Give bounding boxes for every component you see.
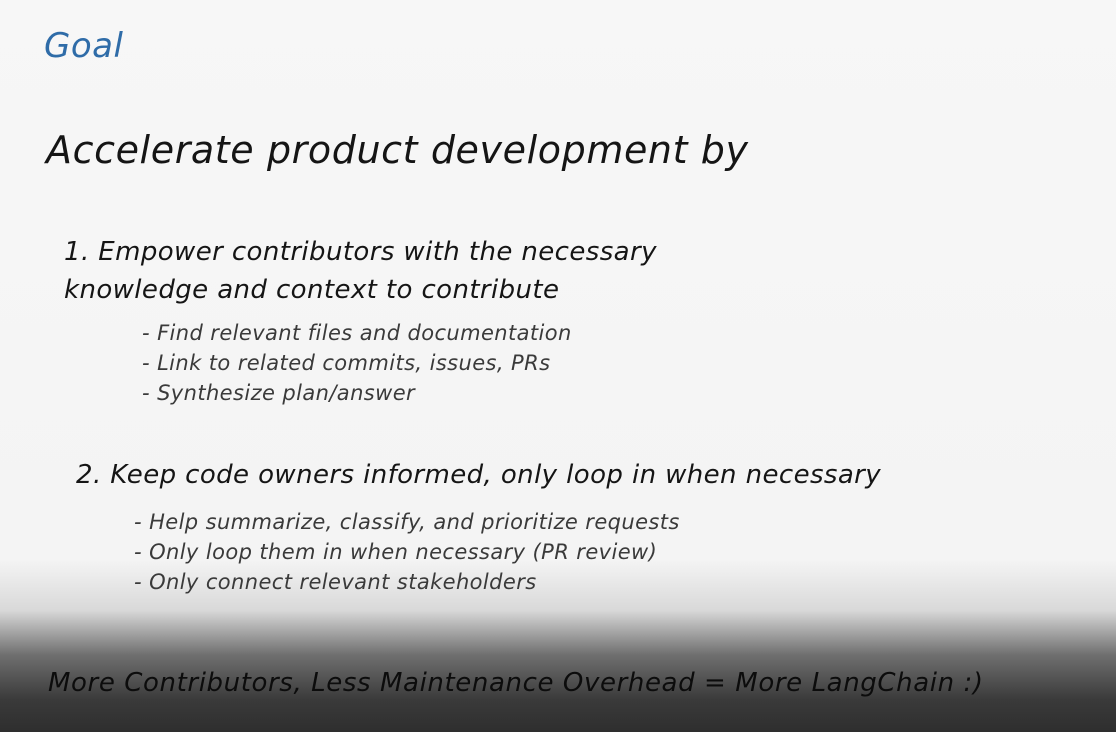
goal-2-point: Only loop them in when necessary (PR rev…	[134, 537, 680, 567]
footer-tagline: More Contributors, Less Maintenance Over…	[48, 668, 984, 698]
goal-1-heading-line-1: 1. Empower contributors with the necessa…	[64, 237, 657, 267]
goal-1-points: Find relevant files and documentation Li…	[142, 318, 572, 408]
goal-2-point: Help summarize, classify, and prioritize…	[134, 507, 680, 537]
slide-title: Goal	[44, 26, 124, 66]
goal-1-point: Link to related commits, issues, PRs	[142, 348, 572, 378]
goal-2-point: Only connect relevant stakeholders	[134, 567, 680, 597]
goal-1-point: Synthesize plan/answer	[142, 378, 572, 408]
slide: Goal Accelerate product development by 1…	[0, 0, 1116, 732]
headline: Accelerate product development by	[46, 128, 749, 172]
goal-2-points: Help summarize, classify, and prioritize…	[134, 507, 680, 597]
goal-1-point: Find relevant files and documentation	[142, 318, 572, 348]
goal-1-heading: 1. Empower contributors with the necessa…	[64, 233, 657, 309]
goal-1-heading-line-2: knowledge and context to contribute	[64, 275, 560, 305]
goal-2-heading: 2. Keep code owners informed, only loop …	[76, 460, 882, 490]
